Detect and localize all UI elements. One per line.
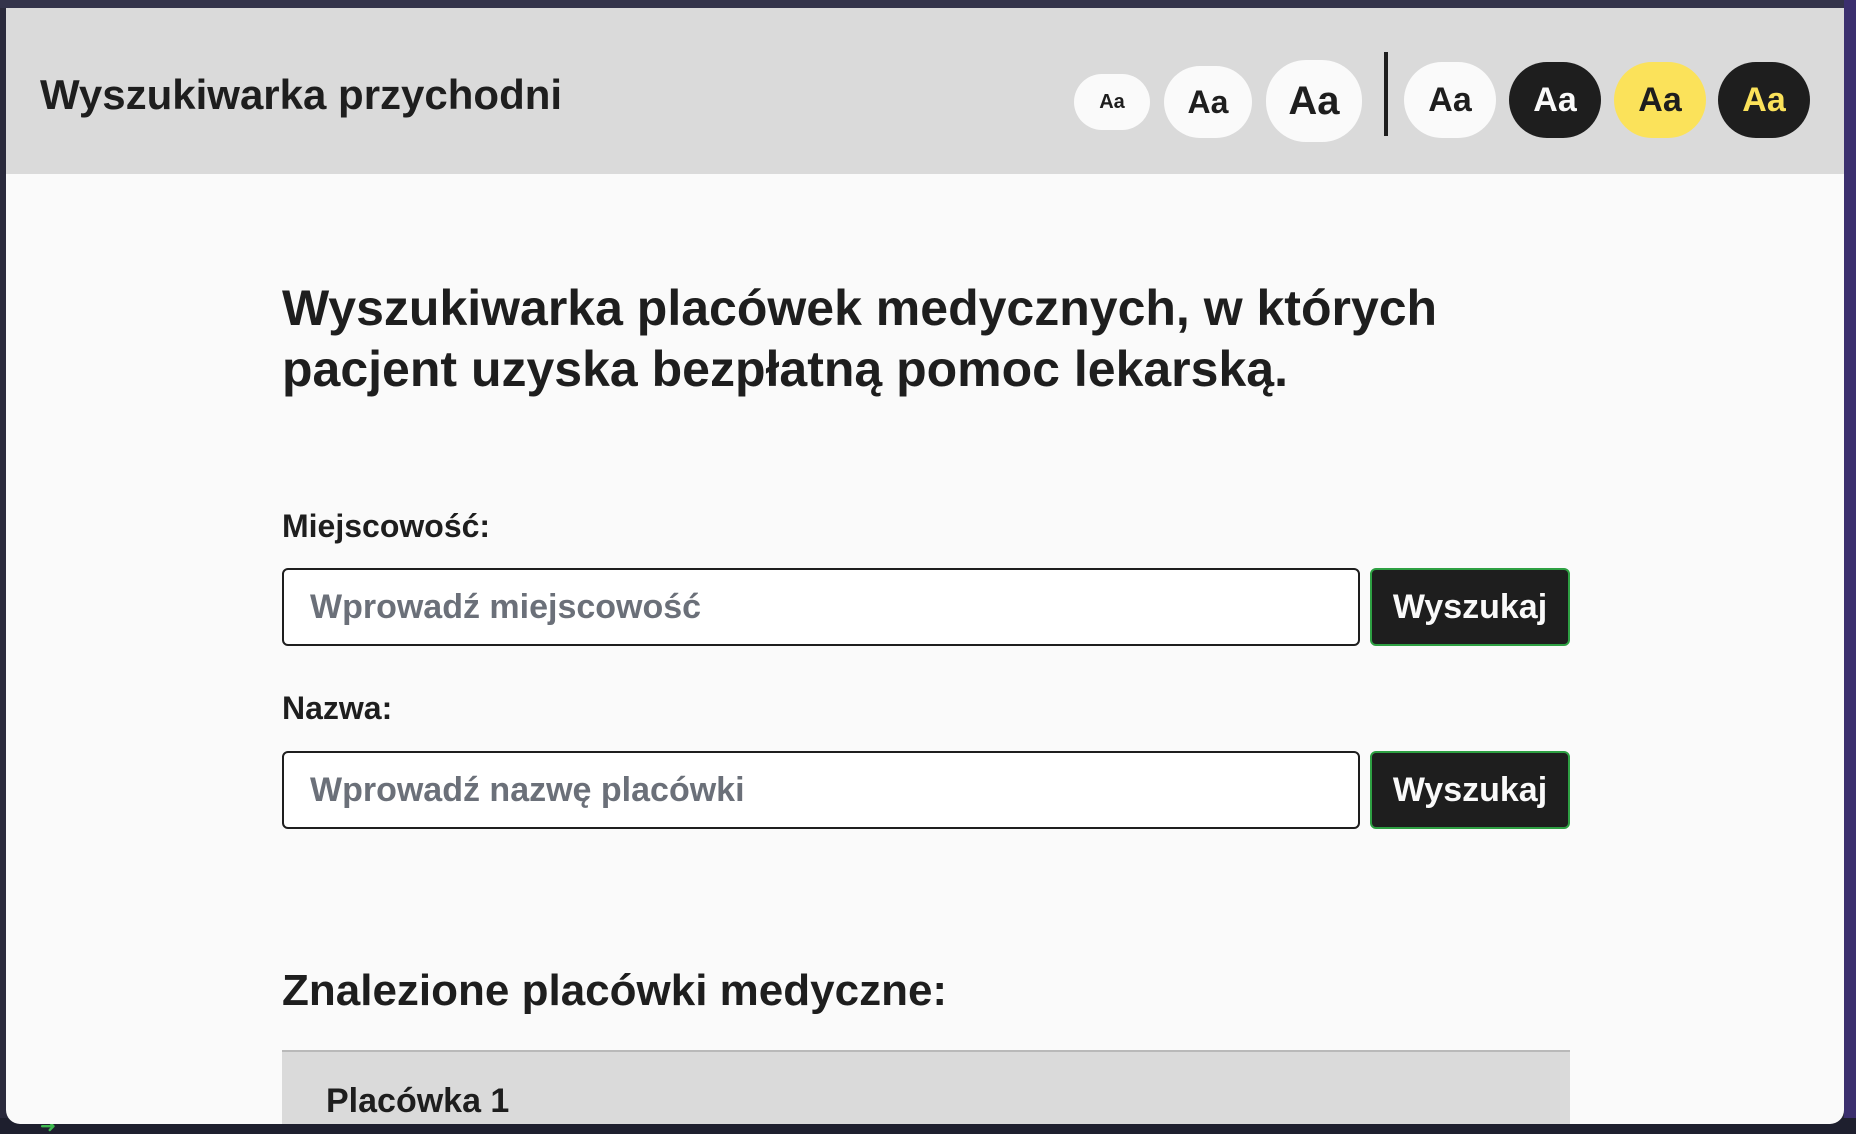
city-search-button[interactable]: Wyszukaj bbox=[1370, 568, 1570, 646]
result-card[interactable]: Placówka 1 bbox=[282, 1050, 1570, 1124]
font-size-small-button[interactable]: Aa bbox=[1074, 74, 1150, 130]
browser-window: Wyszukiwarka przychodni Aa Aa Aa Aa Aa A… bbox=[6, 8, 1844, 1124]
name-label: Nazwa: bbox=[282, 690, 393, 726]
contrast-light-button[interactable]: Aa bbox=[1404, 62, 1496, 138]
accessibility-controls: Aa Aa Aa Aa Aa Aa Aa bbox=[6, 8, 1844, 174]
name-search-button[interactable]: Wyszukaj bbox=[1370, 751, 1570, 829]
desktop-top-strip bbox=[0, 0, 1856, 8]
city-input[interactable] bbox=[282, 568, 1360, 646]
font-size-large-button[interactable]: Aa bbox=[1266, 60, 1362, 142]
city-label: Miejscowość: bbox=[282, 508, 491, 544]
contrast-dark-button[interactable]: Aa bbox=[1509, 62, 1601, 138]
main-content: Wyszukiwarka placówek medycznych, w któr… bbox=[6, 174, 1844, 1124]
desktop-right-strip bbox=[1844, 0, 1856, 1134]
font-size-medium-button[interactable]: Aa bbox=[1164, 66, 1252, 138]
intro-heading: Wyszukiwarka placówek medycznych, w któr… bbox=[282, 280, 1438, 397]
contrast-dark-yellow-button[interactable]: Aa bbox=[1718, 62, 1810, 138]
results-heading: Znalezione placówki medyczne: bbox=[282, 966, 948, 1015]
app-header: Wyszukiwarka przychodni Aa Aa Aa Aa Aa A… bbox=[6, 8, 1844, 174]
result-title: Placówka 1 bbox=[326, 1082, 510, 1120]
contrast-yellow-button[interactable]: Aa bbox=[1614, 62, 1706, 138]
name-input[interactable] bbox=[282, 751, 1360, 829]
controls-divider bbox=[1384, 52, 1388, 136]
